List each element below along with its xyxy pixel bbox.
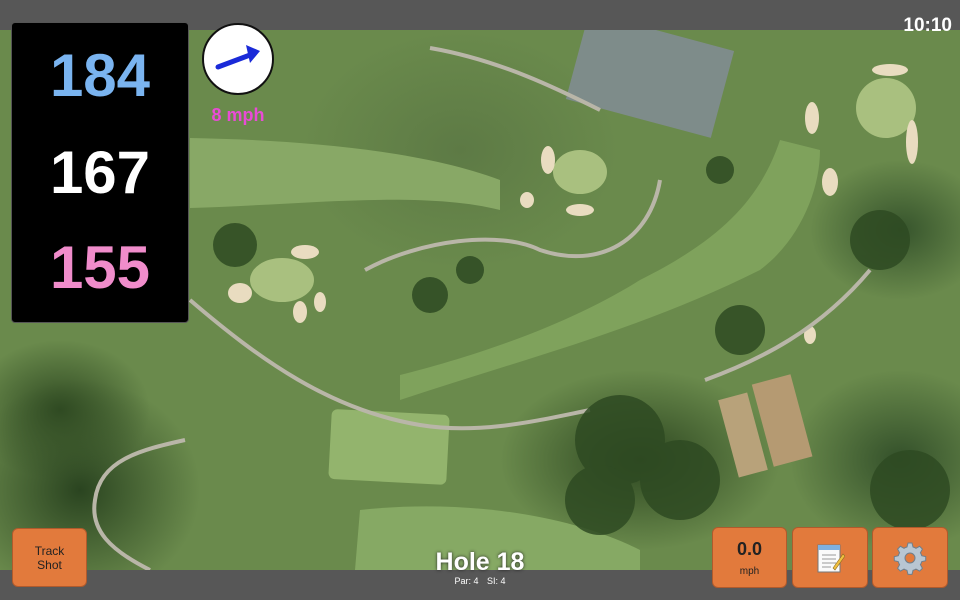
track-shot-label-line2: Shot	[37, 557, 62, 572]
wind-indicator	[202, 23, 274, 95]
hole-stroke-index: SI: 4	[487, 576, 506, 586]
hole-par: Par: 4	[454, 576, 479, 586]
wind-arrow-icon	[215, 45, 260, 70]
hole-info: Par: 4 SI: 4	[380, 576, 580, 587]
settings-button[interactable]	[872, 527, 948, 588]
wind-speed-label: 8 mph	[211, 105, 265, 125]
gear-icon	[893, 542, 927, 575]
green-left	[250, 258, 314, 302]
green-right	[856, 78, 916, 138]
distance-panel: 184 167 155	[11, 22, 189, 323]
track-shot-button[interactable]: Track Shot	[12, 528, 87, 587]
track-shot-label-line1: Track	[34, 543, 65, 558]
front-distance: 155	[49, 234, 151, 301]
speed-value: 0.0	[736, 539, 763, 559]
status-clock: 10:10	[903, 15, 952, 36]
bunkers	[228, 64, 918, 344]
notepad-icon	[817, 544, 845, 572]
speed-button[interactable]: 0.0 mph	[712, 527, 787, 588]
tee-box	[328, 409, 450, 485]
fairway-top	[190, 138, 500, 210]
hole-title: Hole 18	[435, 548, 525, 576]
middle-distance: 167	[49, 139, 151, 206]
speed-unit: mph	[739, 566, 760, 577]
tennis-courts	[565, 30, 735, 138]
cart-paths	[92, 46, 872, 570]
back-distance: 184	[49, 42, 151, 109]
green-center	[553, 150, 607, 194]
notes-button[interactable]	[792, 527, 868, 588]
